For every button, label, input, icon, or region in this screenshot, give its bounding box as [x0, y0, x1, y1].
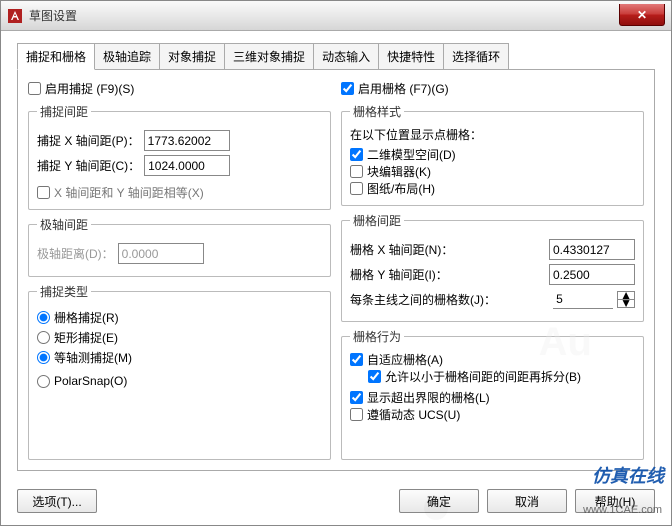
close-button[interactable]: ✕ — [619, 4, 665, 26]
grid-major-input[interactable] — [553, 289, 613, 309]
enable-grid-label[interactable]: 启用栅格 (F7)(G) — [358, 80, 449, 97]
tab-strip: 捕捉和栅格 极轴追踪 对象捕捉 三维对象捕捉 动态输入 快捷特性 选择循环 — [17, 43, 655, 70]
polar-dist-input — [118, 243, 204, 264]
snap-x-label: 捕捉 X 轴间距(P)： — [37, 132, 140, 149]
help-button[interactable]: 帮助(H) — [575, 489, 655, 513]
tab-snap-grid[interactable]: 捕捉和栅格 — [17, 43, 95, 70]
ok-button[interactable]: 确定 — [399, 489, 479, 513]
polar-spacing-group: 极轴间距 极轴距离(D)： — [28, 216, 331, 277]
iso-snap-radio[interactable] — [37, 351, 50, 364]
app-icon — [7, 8, 23, 24]
grid-behavior-group: 栅格行为 自适应栅格(A) 允许以小于栅格间距的间距再拆分(B) 显示超出界限的… — [341, 328, 644, 460]
close-icon: ✕ — [637, 8, 647, 22]
grid-major-label: 每条主线之间的栅格数(J)： — [350, 291, 549, 308]
snap-x-input[interactable] — [144, 130, 230, 151]
tab-selection-cycling[interactable]: 选择循环 — [443, 43, 509, 69]
follow-ucs-label[interactable]: 遵循动态 UCS(U) — [367, 406, 460, 423]
options-button[interactable]: 选项(T)... — [17, 489, 97, 513]
grid-2d-label[interactable]: 二维模型空间(D) — [367, 146, 456, 163]
right-column: 启用栅格 (F7)(G) 栅格样式 在以下位置显示点栅格： 二维模型空间(D) … — [341, 80, 644, 460]
cancel-button[interactable]: 取消 — [487, 489, 567, 513]
tab-polar[interactable]: 极轴追踪 — [94, 43, 160, 69]
grid-2d-checkbox[interactable] — [350, 148, 363, 161]
iso-snap-label[interactable]: 等轴测捕捉(M) — [54, 349, 132, 366]
dialog-body: 捕捉和栅格 极轴追踪 对象捕捉 三维对象捕捉 动态输入 快捷特性 选择循环 启用… — [1, 31, 671, 481]
tab-dynamic-input[interactable]: 动态输入 — [313, 43, 379, 69]
snap-type-legend: 捕捉类型 — [37, 283, 91, 300]
dialog-buttons: 选项(T)... 确定 取消 帮助(H) — [1, 481, 671, 525]
adaptive-grid-checkbox[interactable] — [350, 353, 363, 366]
enable-snap-row: 启用捕捉 (F9)(S) — [28, 80, 331, 97]
dialog-window: 草图设置 ✕ 捕捉和栅格 极轴追踪 对象捕捉 三维对象捕捉 动态输入 快捷特性 … — [0, 0, 672, 526]
polar-spacing-legend: 极轴间距 — [37, 216, 91, 233]
snap-spacing-legend: 捕捉间距 — [37, 103, 91, 120]
grid-snap-radio[interactable] — [37, 311, 50, 324]
polar-dist-label: 极轴距离(D)： — [37, 245, 114, 262]
follow-ucs-checkbox[interactable] — [350, 408, 363, 421]
beyond-limits-checkbox[interactable] — [350, 391, 363, 404]
snap-type-group: 捕捉类型 栅格捕捉(R) 矩形捕捉(E) 等轴测捕捉(M) — [28, 283, 331, 460]
enable-snap-label[interactable]: 启用捕捉 (F9)(S) — [45, 80, 134, 97]
grid-spacing-group: 栅格间距 栅格 X 轴间距(N)： 栅格 Y 轴间距(I)： 每条主线之间的栅格… — [341, 212, 644, 322]
rect-snap-label[interactable]: 矩形捕捉(E) — [54, 329, 118, 346]
enable-snap-checkbox[interactable] — [28, 82, 41, 95]
subdivide-grid-checkbox[interactable] — [368, 370, 381, 383]
tab-quick-props[interactable]: 快捷特性 — [378, 43, 444, 69]
window-title: 草图设置 — [29, 7, 619, 24]
grid-x-label: 栅格 X 轴间距(N)： — [350, 241, 545, 258]
snap-spacing-group: 捕捉间距 捕捉 X 轴间距(P)： 捕捉 Y 轴间距(C)： X 轴间距和 Y … — [28, 103, 331, 210]
grid-style-caption: 在以下位置显示点栅格： — [350, 126, 635, 143]
equal-xy-label[interactable]: X 轴间距和 Y 轴间距相等(X) — [54, 184, 204, 201]
snap-y-input[interactable] — [144, 155, 230, 176]
grid-snap-label[interactable]: 栅格捕捉(R) — [54, 309, 119, 326]
adaptive-grid-label[interactable]: 自适应栅格(A) — [367, 351, 443, 368]
grid-style-group: 栅格样式 在以下位置显示点栅格： 二维模型空间(D) 块编辑器(K) 图纸/布局… — [341, 103, 644, 206]
grid-y-label: 栅格 Y 轴间距(I)： — [350, 266, 545, 283]
beyond-limits-label[interactable]: 显示超出界限的栅格(L) — [367, 389, 490, 406]
polar-snap-radio[interactable] — [37, 375, 50, 388]
enable-grid-checkbox[interactable] — [341, 82, 354, 95]
tab-content: 启用捕捉 (F9)(S) 捕捉间距 捕捉 X 轴间距(P)： 捕捉 Y 轴间距(… — [17, 70, 655, 471]
grid-spacing-legend: 栅格间距 — [350, 212, 404, 229]
equal-xy-checkbox[interactable] — [37, 186, 50, 199]
grid-behavior-legend: 栅格行为 — [350, 328, 404, 345]
grid-paper-checkbox[interactable] — [350, 182, 363, 195]
tab-3d-osnap[interactable]: 三维对象捕捉 — [224, 43, 314, 69]
grid-paper-label[interactable]: 图纸/布局(H) — [367, 180, 435, 197]
subdivide-grid-label[interactable]: 允许以小于栅格间距的间距再拆分(B) — [385, 368, 581, 385]
tab-osnap[interactable]: 对象捕捉 — [159, 43, 225, 69]
titlebar: 草图设置 ✕ — [1, 1, 671, 31]
rect-snap-radio[interactable] — [37, 331, 50, 344]
grid-blockeditor-checkbox[interactable] — [350, 165, 363, 178]
grid-y-input[interactable] — [549, 264, 635, 285]
grid-x-input[interactable] — [549, 239, 635, 260]
grid-style-legend: 栅格样式 — [350, 103, 404, 120]
left-column: 启用捕捉 (F9)(S) 捕捉间距 捕捉 X 轴间距(P)： 捕捉 Y 轴间距(… — [28, 80, 331, 460]
polar-snap-label[interactable]: PolarSnap(O) — [54, 374, 127, 388]
grid-blockeditor-label[interactable]: 块编辑器(K) — [367, 163, 431, 180]
spinner-icon[interactable]: ▲▼ — [617, 291, 635, 308]
enable-grid-row: 启用栅格 (F7)(G) — [341, 80, 644, 97]
snap-y-label: 捕捉 Y 轴间距(C)： — [37, 157, 140, 174]
